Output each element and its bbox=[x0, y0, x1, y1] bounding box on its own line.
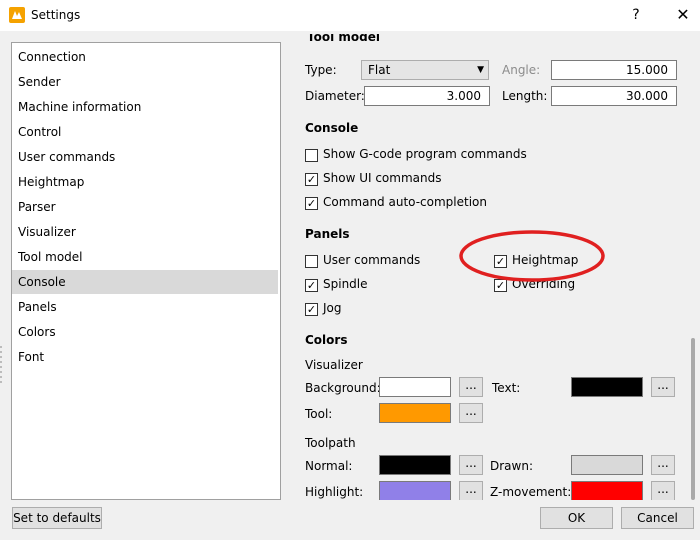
chevron-down-icon: ▼ bbox=[477, 65, 484, 75]
normal-label: Normal: bbox=[305, 459, 353, 473]
checkbox[interactable] bbox=[305, 149, 318, 162]
nav-item-sender[interactable]: Sender bbox=[12, 70, 278, 94]
nav-item-colors[interactable]: Colors bbox=[12, 320, 278, 344]
option-label: Jog bbox=[323, 301, 342, 315]
checkbox[interactable] bbox=[305, 255, 318, 268]
toolpath-group-label: Toolpath bbox=[305, 436, 356, 450]
diameter-label: Diameter: bbox=[305, 89, 365, 103]
background-color-picker-button[interactable]: ... bbox=[459, 377, 483, 397]
nav-item-heightmap[interactable]: Heightmap bbox=[12, 170, 278, 194]
nav-item-parser[interactable]: Parser bbox=[12, 195, 278, 219]
drawn-label: Drawn: bbox=[490, 459, 533, 473]
length-field[interactable]: 30.000 bbox=[551, 86, 677, 106]
z-movement-color-swatch[interactable] bbox=[571, 481, 643, 500]
normal-color-swatch[interactable] bbox=[379, 455, 451, 475]
annotation-ellipse bbox=[459, 230, 605, 282]
nav-item-panels[interactable]: Panels bbox=[12, 295, 278, 319]
set-to-defaults-button[interactable]: Set to defaults bbox=[12, 507, 102, 529]
visualizer-group-label: Visualizer bbox=[305, 358, 363, 372]
checkbox-checked[interactable]: ✓ bbox=[305, 303, 318, 316]
z-movement-color-picker-button[interactable]: ... bbox=[651, 481, 675, 500]
diameter-field[interactable]: 3.000 bbox=[364, 86, 490, 106]
tool-label: Tool: bbox=[305, 407, 333, 421]
scrollbar-thumb[interactable] bbox=[691, 338, 695, 500]
tool-color-swatch[interactable] bbox=[379, 403, 451, 423]
tool-type-select[interactable]: Flat ▼ bbox=[361, 60, 489, 80]
highlight-color-swatch[interactable] bbox=[379, 481, 451, 500]
tool-color-picker-button[interactable]: ... bbox=[459, 403, 483, 423]
nav-item-machine-information[interactable]: Machine information bbox=[12, 95, 278, 119]
window-title: Settings bbox=[31, 8, 81, 22]
console-section-title: Console bbox=[305, 121, 359, 135]
nav-item-font[interactable]: Font bbox=[12, 345, 278, 369]
text-color-swatch[interactable] bbox=[571, 377, 643, 397]
nav-item-user-commands[interactable]: User commands bbox=[12, 145, 278, 169]
help-button[interactable]: ? bbox=[625, 5, 647, 25]
close-button[interactable]: ✕ bbox=[672, 5, 694, 25]
splitter-handle[interactable] bbox=[0, 346, 3, 386]
background-color-swatch[interactable] bbox=[379, 377, 451, 397]
option-label: Command auto-completion bbox=[323, 195, 487, 209]
option-label: User commands bbox=[323, 253, 421, 267]
highlight-color-picker-button[interactable]: ... bbox=[459, 481, 483, 500]
option-label: Show G-code program commands bbox=[323, 147, 527, 161]
nav-item-console[interactable]: Console bbox=[12, 270, 278, 294]
angle-field[interactable]: 15.000 bbox=[551, 60, 677, 80]
z-movement-label: Z-movement: bbox=[490, 485, 572, 499]
drawn-color-swatch[interactable] bbox=[571, 455, 643, 475]
nav-item-visualizer[interactable]: Visualizer bbox=[12, 220, 278, 244]
checkbox-checked[interactable]: ✓ bbox=[305, 279, 318, 292]
normal-color-picker-button[interactable]: ... bbox=[459, 455, 483, 475]
colors-section-title: Colors bbox=[305, 333, 348, 347]
highlight-ellipse bbox=[458, 228, 608, 286]
angle-label: Angle: bbox=[502, 63, 541, 77]
text-label: Text: bbox=[492, 381, 521, 395]
highlight-label: Highlight: bbox=[305, 485, 364, 499]
app-icon bbox=[9, 7, 25, 23]
checkbox-checked[interactable]: ✓ bbox=[305, 197, 318, 210]
nav-item-tool-model[interactable]: Tool model bbox=[12, 245, 278, 269]
nav-item-control[interactable]: Control bbox=[12, 120, 278, 144]
text-color-picker-button[interactable]: ... bbox=[651, 377, 675, 397]
nav-item-connection[interactable]: Connection bbox=[12, 45, 278, 69]
tool-type-value: Flat bbox=[368, 63, 391, 77]
checkbox-checked[interactable]: ✓ bbox=[305, 173, 318, 186]
option-label: Show UI commands bbox=[323, 171, 442, 185]
tool-model-section-title: Tool model bbox=[307, 34, 380, 44]
option-label: Spindle bbox=[323, 277, 368, 291]
type-label: Type: bbox=[305, 63, 337, 77]
drawn-color-picker-button[interactable]: ... bbox=[651, 455, 675, 475]
background-label: Background: bbox=[305, 381, 381, 395]
ok-button[interactable]: OK bbox=[540, 507, 613, 529]
settings-category-list[interactable]: Connection Sender Machine information Co… bbox=[11, 42, 281, 500]
length-label: Length: bbox=[502, 89, 548, 103]
title-bar bbox=[0, 0, 700, 31]
panels-section-title: Panels bbox=[305, 227, 350, 241]
cancel-button[interactable]: Cancel bbox=[621, 507, 694, 529]
